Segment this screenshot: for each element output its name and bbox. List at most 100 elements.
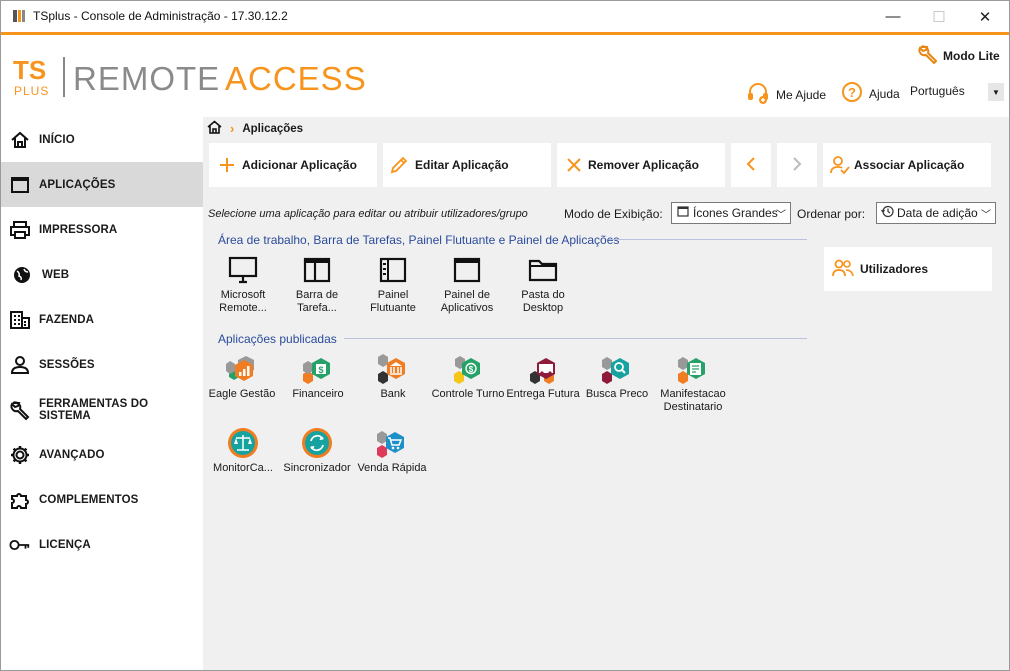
- chevron-right-icon: ›: [230, 121, 235, 136]
- main-content: › Aplicações Adicionar Aplicação Editar …: [203, 117, 1009, 670]
- scale-circle-icon: [227, 427, 259, 459]
- remove-application-label: Remover Aplicação: [588, 158, 699, 172]
- app-tile-label: Manifestacao Destinatario: [660, 388, 726, 413]
- sidebar-item-fazenda[interactable]: FAZENDA: [1, 297, 203, 342]
- sidebar-item-label: WEB: [42, 268, 70, 281]
- sidebar-item-label: FAZENDA: [39, 313, 95, 326]
- tsplus-app-icon: [11, 8, 27, 24]
- previous-button[interactable]: [731, 143, 771, 187]
- printer-icon: [9, 219, 31, 241]
- globe-icon: [11, 264, 33, 286]
- sidebar-item-complementos[interactable]: COMPLEMENTOS: [1, 477, 203, 522]
- app-tile-pasta-do-desktop[interactable]: Pasta do Desktop: [505, 254, 581, 315]
- chevron-down-icon: ﹀: [776, 210, 786, 221]
- logo-remote: REMOTE: [73, 60, 220, 97]
- chart-hex-icon: [226, 353, 258, 385]
- language-dropdown-button[interactable]: ▼: [988, 83, 1004, 101]
- sidebar-item-label: APLICAÇÕES: [39, 178, 116, 191]
- add-application-label: Adicionar Aplicação: [242, 158, 357, 172]
- svg-text:$: $: [318, 365, 323, 375]
- sidebar-item-inicio[interactable]: INÍCIO: [1, 117, 203, 162]
- app-tile-label: MonitorCa...: [213, 462, 273, 474]
- chevron-down-icon: ﹀: [981, 210, 991, 221]
- wrench-icon: [917, 43, 939, 68]
- sidebar: INÍCIO APLICAÇÕES IMPRESSORA WEB FAZENDA…: [1, 117, 203, 670]
- truck-hex-icon: [527, 353, 559, 385]
- app-tile-label: Microsoft Remote...: [219, 289, 267, 314]
- assign-application-button[interactable]: Associar Aplicação: [823, 143, 991, 187]
- app-tile-painel-flutuante[interactable]: Painel Flutuante: [355, 254, 431, 315]
- window-title: TSplus - Console de Administração - 17.3…: [33, 9, 288, 23]
- sidebar-item-label: FERRAMENTAS DO SISTEMA: [39, 397, 149, 422]
- user-check-icon: [830, 155, 850, 175]
- maximize-button[interactable]: ☐: [916, 1, 962, 32]
- app-tile-entrega-futura[interactable]: Entrega Futura: [505, 353, 581, 401]
- sidebar-item-sessoes[interactable]: SESSÕES: [1, 342, 203, 387]
- sidebar-item-label: INÍCIO: [39, 133, 75, 146]
- app-tile-label: Entrega Futura: [506, 388, 580, 400]
- app-tile-label: Bank: [380, 388, 406, 400]
- ajuda-button[interactable]: ? Ajuda: [841, 81, 900, 106]
- modo-lite-button[interactable]: Modo Lite: [917, 43, 1000, 68]
- logo-ts: TS: [13, 55, 46, 85]
- window-icon: [9, 174, 31, 196]
- assign-application-label: Associar Aplicação: [854, 158, 965, 172]
- app-tile-financeiro[interactable]: $ Financeiro: [280, 353, 356, 401]
- sidebar-item-aplicacoes[interactable]: APLICAÇÕES: [1, 162, 203, 207]
- pencil-icon: [389, 155, 409, 175]
- sidebar-item-web[interactable]: WEB: [1, 252, 203, 297]
- app-tile-eagle-gestao[interactable]: Eagle Gestão: [204, 353, 280, 401]
- app-tile-manifestacao-destinatario[interactable]: Manifestacao Destinatario: [653, 353, 733, 414]
- app-tile-painel-de-aplicativos[interactable]: Painel de Aplicativos: [429, 254, 505, 315]
- bank-hex-icon: [377, 353, 409, 385]
- doc-hex-icon: [677, 353, 709, 385]
- remove-application-button[interactable]: Remover Aplicação: [557, 143, 725, 187]
- svg-text:$: $: [469, 365, 474, 374]
- view-mode-value: Ícones Grandes: [693, 206, 778, 220]
- app-tile-microsoft-remote[interactable]: Microsoft Remote...: [205, 254, 281, 315]
- app-tile-bank[interactable]: Bank: [355, 353, 431, 401]
- close-icon: [566, 157, 582, 173]
- selection-hint: Selecione uma aplicação para editar ou a…: [208, 208, 528, 220]
- edit-application-button[interactable]: Editar Aplicação: [383, 143, 551, 187]
- sidebar-item-licenca[interactable]: LICENÇA: [1, 522, 203, 567]
- language-select[interactable]: Português: [910, 84, 965, 98]
- minimize-button[interactable]: —: [870, 1, 916, 32]
- language-value: Português: [910, 84, 965, 98]
- app-tile-venda-rapida[interactable]: Venda Rápida: [354, 427, 430, 475]
- chevron-right-icon: [792, 156, 802, 175]
- app-tile-monitorca[interactable]: MonitorCa...: [205, 427, 281, 475]
- help-icon: ?: [841, 81, 863, 106]
- logo-access: ACCESS: [225, 60, 367, 97]
- sidebar-item-label: IMPRESSORA: [39, 223, 118, 236]
- sidebar-item-ferramentas[interactable]: FERRAMENTAS DO SISTEMA: [1, 387, 203, 432]
- next-button[interactable]: [777, 143, 817, 187]
- add-application-button[interactable]: Adicionar Aplicação: [209, 143, 377, 187]
- sidebar-item-impressora[interactable]: IMPRESSORA: [1, 207, 203, 252]
- app-window: TSplus - Console de Administração - 17.3…: [0, 0, 1010, 671]
- app-tile-controle-turno[interactable]: $ Controle Turno: [430, 353, 506, 401]
- close-button[interactable]: ✕: [962, 1, 1008, 32]
- sync-circle-icon: [301, 427, 333, 459]
- users-panel-label: Utilizadores: [860, 262, 929, 276]
- header: TS PLUS REMOTE ACCESS Modo Lite Me Ajude…: [1, 35, 1009, 117]
- app-tile-busca-preco[interactable]: Busca Preco: [579, 353, 655, 401]
- published-group-title: Aplicações publicadas: [218, 332, 337, 346]
- app-panel-icon: [451, 254, 483, 286]
- app-tile-sincronizador[interactable]: Sincronizador: [279, 427, 355, 475]
- plus-icon: [218, 156, 236, 174]
- sidebar-item-label: AVANÇADO: [39, 448, 105, 461]
- window-icon: [677, 206, 689, 220]
- edit-application-label: Editar Aplicação: [415, 158, 509, 172]
- me-ajude-button[interactable]: Me Ajude: [746, 81, 826, 108]
- app-tile-label: Venda Rápida: [357, 462, 427, 474]
- app-tile-barra-de-tarefa[interactable]: Barra de Tarefa...: [279, 254, 355, 315]
- sidebar-item-label: LICENÇA: [39, 538, 91, 551]
- view-mode-select[interactable]: Ícones Grandes ﹀: [671, 202, 791, 224]
- money-hex-icon: $: [302, 353, 334, 385]
- sort-select[interactable]: Data de adição ﹀: [876, 202, 996, 224]
- close-icon: ✕: [978, 8, 992, 26]
- users-panel-button[interactable]: Utilizadores: [824, 247, 992, 291]
- sidebar-item-avancado[interactable]: AVANÇADO: [1, 432, 203, 477]
- home-icon[interactable]: [207, 120, 222, 137]
